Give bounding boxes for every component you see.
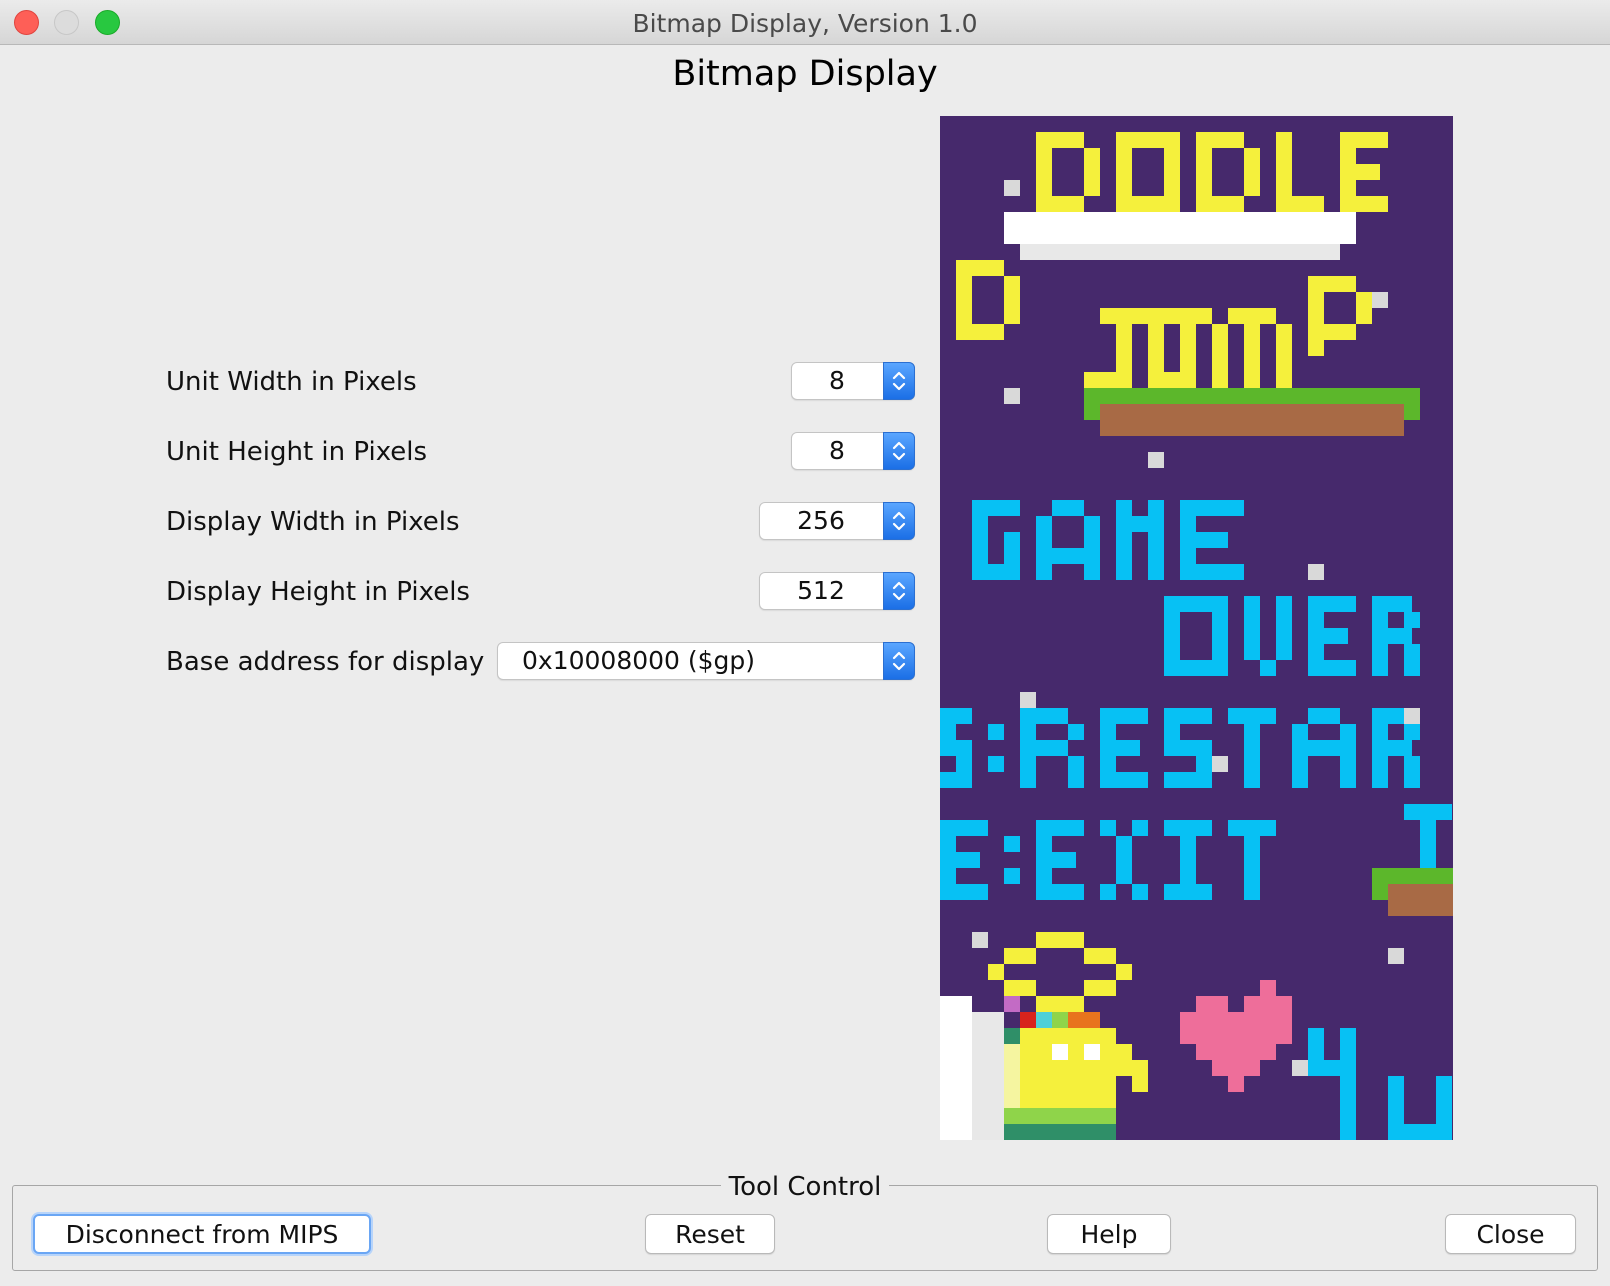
unit-width-label: Unit Width in Pixels: [166, 367, 417, 397]
chevron-updown-icon: [892, 441, 906, 461]
tool-control-legend: Tool Control: [0, 1172, 1610, 1202]
disconnect-from-mips-button[interactable]: Disconnect from MIPS: [33, 1214, 371, 1254]
display-height-value: 512: [797, 576, 845, 605]
heart-icon: [1180, 980, 1292, 1092]
unit-height-value: 8: [829, 436, 845, 465]
unit-height-stepper[interactable]: [883, 432, 915, 470]
panel-heading: Bitmap Display: [672, 54, 938, 94]
close-button[interactable]: Close: [1445, 1214, 1576, 1254]
base-address-dropdown-toggle[interactable]: [883, 642, 915, 680]
cloud-platform: [1004, 212, 1356, 244]
base-address-label: Base address for display: [166, 647, 485, 677]
display-width-stepper[interactable]: [883, 502, 915, 540]
unit-height-label: Unit Height in Pixels: [166, 437, 428, 467]
base-address-value: 0x10008000 ($gp): [522, 646, 756, 675]
help-button[interactable]: Help: [1047, 1214, 1171, 1254]
window-title: Bitmap Display, Version 1.0: [632, 9, 978, 38]
chevron-updown-icon: [892, 581, 906, 601]
display-height-select[interactable]: 512: [759, 572, 915, 610]
display-width-label: Display Width in Pixels: [166, 507, 460, 537]
display-height-stepper[interactable]: [883, 572, 915, 610]
display-width-select[interactable]: 256: [759, 502, 915, 540]
reset-button[interactable]: Reset: [645, 1214, 775, 1254]
title-dodle-art: [1036, 132, 1388, 212]
unit-height-select[interactable]: 8: [791, 432, 915, 470]
chevron-updown-icon: [892, 371, 906, 391]
bitmap-pixel-art: [940, 132, 1453, 1140]
window-titlebar: Bitmap Display, Version 1.0: [0, 0, 1610, 45]
unit-width-select[interactable]: 8: [791, 362, 915, 400]
display-height-label: Display Height in Pixels: [166, 577, 470, 607]
base-address-select[interactable]: 0x10008000 ($gp): [497, 642, 915, 680]
unit-width-stepper[interactable]: [883, 362, 915, 400]
title-jump-art: [956, 260, 1372, 388]
display-width-value: 256: [797, 506, 845, 535]
chevron-updown-icon: [892, 651, 906, 671]
unit-width-value: 8: [829, 366, 845, 395]
bitmap-display-canvas: [940, 116, 1453, 1140]
doodler-character: [940, 932, 1148, 1140]
chevron-updown-icon: [892, 511, 906, 531]
tool-control-title: Tool Control: [720, 1172, 890, 1202]
